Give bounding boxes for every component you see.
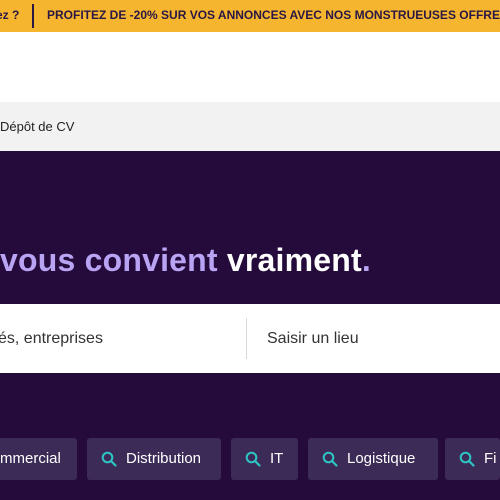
- chip-label: Logistique: [347, 450, 416, 467]
- promo-previous-text: ez ?: [0, 8, 20, 22]
- category-chip-logistique[interactable]: Logistique: [308, 438, 438, 480]
- category-chip-distribution[interactable]: Distribution: [87, 438, 221, 480]
- promo-banner[interactable]: ez ? PROFITEZ DE -20% SUR VOS ANNONCES A…: [0, 0, 500, 32]
- category-chip-commercial[interactable]: mmercial: [0, 438, 77, 480]
- site-header: [0, 32, 500, 102]
- category-chip-it[interactable]: IT: [231, 438, 298, 480]
- nav-bar: Dépôt de CV: [0, 102, 500, 151]
- chip-label: Fi: [484, 450, 497, 467]
- headline-soft-text: vous convient: [0, 242, 218, 278]
- chip-label: Distribution: [126, 450, 202, 467]
- search-icon: [245, 451, 261, 467]
- search-icon: [322, 451, 338, 467]
- search-divider: [246, 318, 247, 359]
- promo-divider: [32, 4, 34, 28]
- chip-label: mmercial: [0, 450, 61, 467]
- search-what-input[interactable]: [0, 304, 246, 373]
- hero-headline: vous convient vraiment.: [0, 242, 371, 279]
- chip-label: IT: [270, 450, 284, 467]
- promo-text[interactable]: PROFITEZ DE -20% SUR VOS ANNONCES AVEC N…: [47, 8, 500, 22]
- search-where-input[interactable]: [267, 304, 500, 373]
- hero-section: vous convient vraiment. mmercial Distrib…: [0, 151, 500, 500]
- search-icon: [101, 451, 117, 467]
- search-box: [0, 304, 500, 373]
- headline-strong-text: vraiment: [226, 242, 362, 278]
- search-icon: [459, 451, 475, 467]
- headline-dot: .: [361, 242, 371, 278]
- nav-item-cv-deposit[interactable]: Dépôt de CV: [0, 119, 74, 134]
- category-chip-finance[interactable]: Fi: [445, 438, 500, 480]
